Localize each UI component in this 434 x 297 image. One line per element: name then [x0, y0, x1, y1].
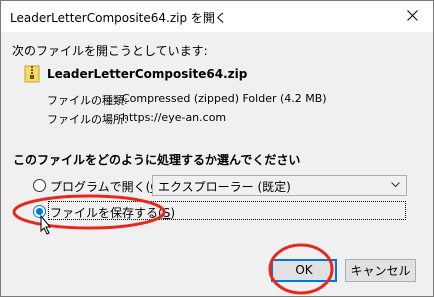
dialog-body: 次のファイルを開こうとしています: LeaderLetterComposite6… — [1, 32, 433, 296]
file-open-dialog: LeaderLetterComposite64.zip を開く 次のファイルを開… — [0, 0, 434, 297]
open-with-radio-button[interactable] — [33, 179, 46, 192]
title-bar: LeaderLetterComposite64.zip を開く — [1, 1, 433, 32]
application-select-value: エクスプローラー (既定) — [158, 180, 291, 194]
file-location-value: https://eye-an.com — [122, 111, 227, 124]
file-type-label: ファイルの種類: — [47, 94, 128, 107]
action-heading: このファイルをどのように処理するか選んでください — [13, 153, 301, 167]
close-button[interactable] — [393, 1, 433, 31]
cancel-button[interactable]: キャンセル — [345, 259, 416, 282]
zip-folder-icon — [24, 65, 40, 83]
file-type-value: Compressed (zipped) Folder (4.2 MB) — [122, 92, 327, 105]
close-icon — [407, 10, 418, 21]
dialog-title: LeaderLetterComposite64.zip を開く — [10, 11, 227, 25]
save-file-label: ファイルを保存する(S) — [50, 206, 175, 220]
ok-button[interactable]: OK — [271, 259, 337, 282]
application-select[interactable]: エクスプローラー (既定) — [152, 175, 407, 196]
file-location-label: ファイルの場所: — [47, 113, 128, 126]
prompt-text: 次のファイルを開こうとしています: — [12, 44, 208, 58]
save-file-radio-button[interactable] — [33, 205, 46, 218]
open-with-label: プログラムで開く(O): — [50, 180, 169, 194]
chevron-down-icon — [391, 182, 400, 188]
file-name: LeaderLetterComposite64.zip — [47, 67, 248, 81]
